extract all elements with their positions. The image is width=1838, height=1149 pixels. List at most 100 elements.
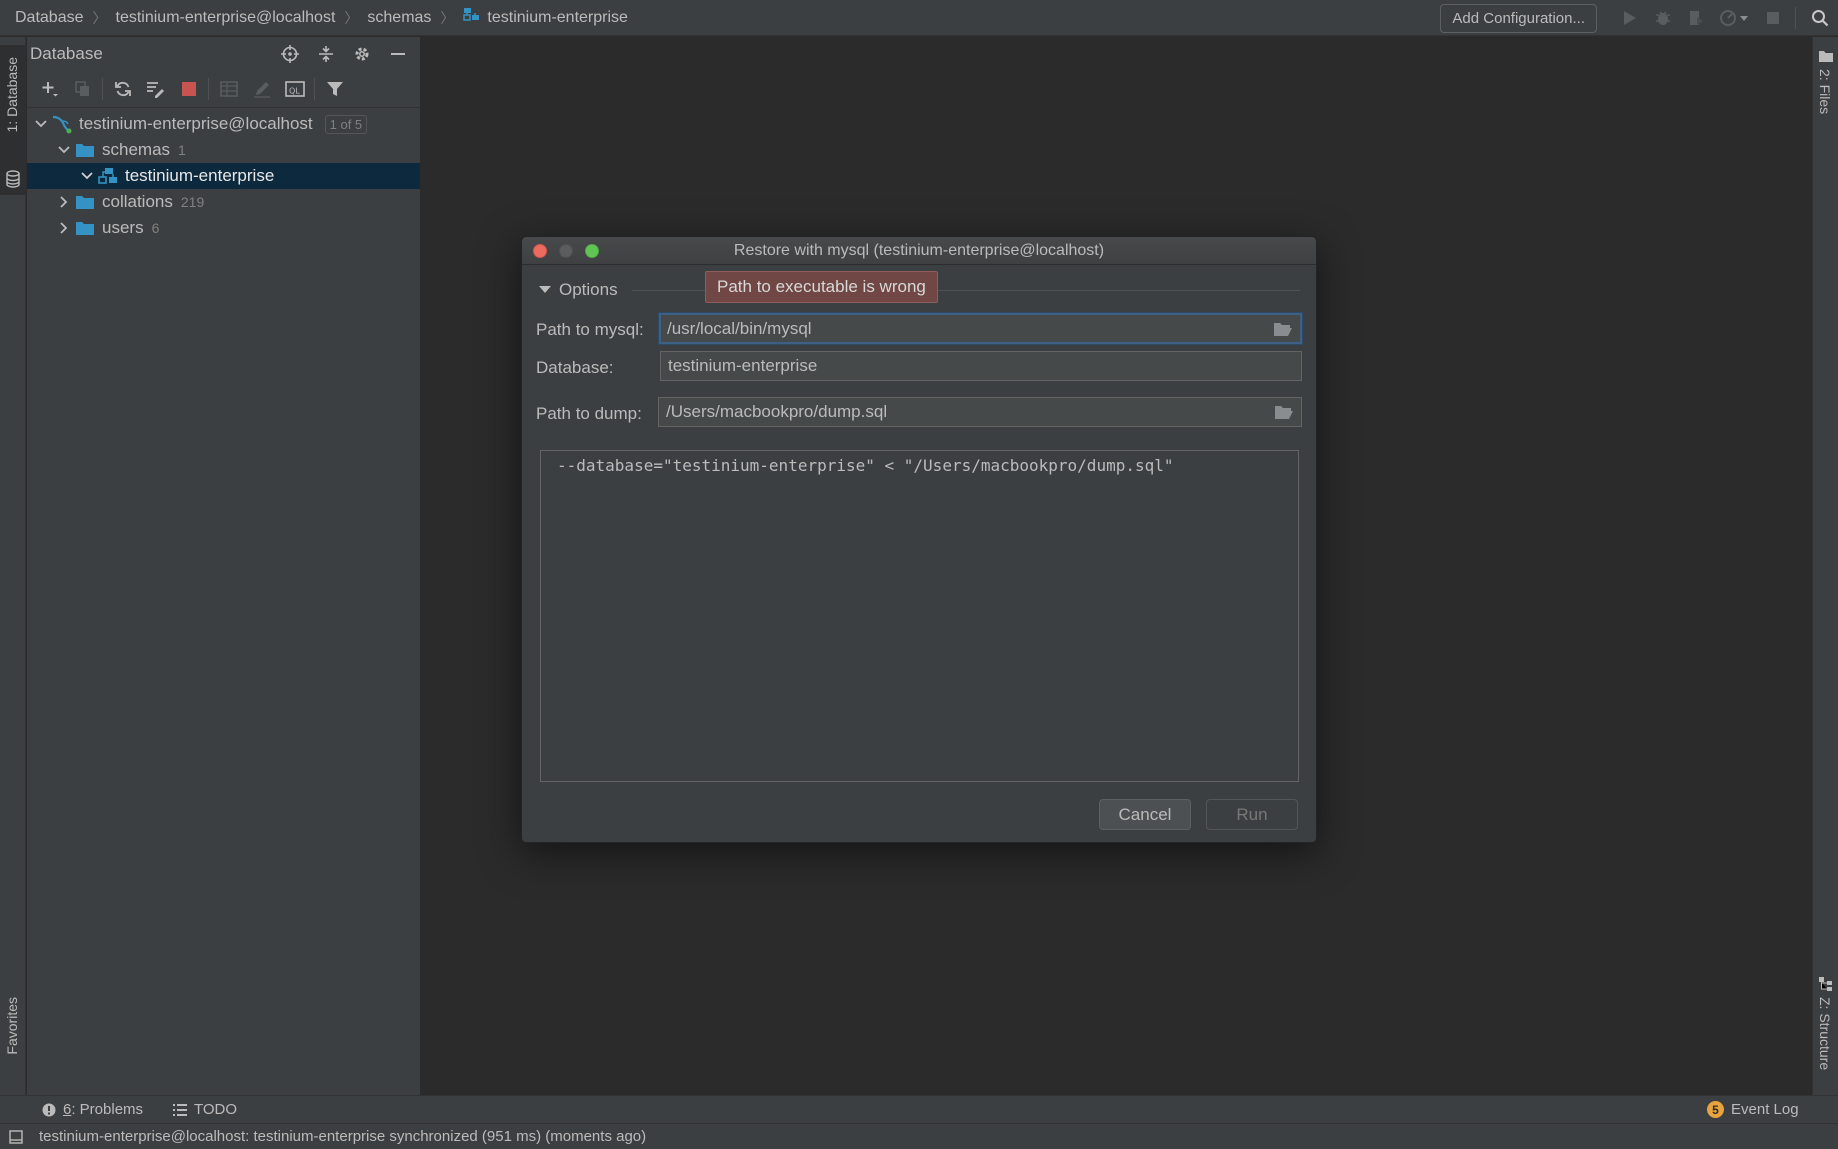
structure-icon xyxy=(1819,977,1833,996)
chevron-right-icon[interactable] xyxy=(54,222,74,234)
left-tool-stripe: 1: Database Favorites xyxy=(0,37,26,1115)
breadcrumb-schema-label: testinium-enterprise xyxy=(487,8,628,26)
problems-tool-button[interactable]: 6: Problems xyxy=(42,1101,143,1118)
chevron-down-icon[interactable] xyxy=(31,120,51,128)
panel-title: Database xyxy=(30,44,103,63)
todo-label: TODO xyxy=(194,1101,238,1118)
svg-text:QL: QL xyxy=(289,87,300,96)
browse-folder-icon[interactable] xyxy=(1273,403,1295,421)
status-bar: testinium-enterprise@localhost: testiniu… xyxy=(0,1123,1838,1149)
tree-item-count: 219 xyxy=(180,194,205,210)
event-log-button[interactable]: 5 Event Log xyxy=(1707,1101,1799,1118)
chevron-down-icon[interactable] xyxy=(77,172,97,180)
minimize-window-button[interactable] xyxy=(559,244,573,258)
database-tab-label: 1: Database xyxy=(4,57,20,133)
tree-item-label: schemas xyxy=(102,140,171,159)
database-tool-tab[interactable]: 1: Database xyxy=(0,45,26,195)
tree-item-label: users xyxy=(102,218,144,237)
tree-item-schema-testinium-enterprise[interactable]: testinium-enterprise xyxy=(27,163,420,189)
error-tooltip: Path to executable is wrong xyxy=(705,271,938,303)
tree-item-count: 6 xyxy=(151,220,160,236)
database-label: Database: xyxy=(536,358,614,377)
search-icon[interactable] xyxy=(1802,0,1838,36)
panel-header: Database xyxy=(27,37,420,71)
debug-icon[interactable] xyxy=(1646,0,1679,36)
mysql-datasource-icon xyxy=(51,114,73,134)
chevron-down-icon[interactable] xyxy=(539,286,551,294)
path-mysql-field[interactable]: /usr/local/bin/mysql xyxy=(659,313,1302,344)
breadcrumb: Database 〉 testinium-enterprise@localhos… xyxy=(0,0,628,35)
schema-icon xyxy=(463,7,481,28)
cancel-button[interactable]: Cancel xyxy=(1099,799,1191,830)
tree-item-connection[interactable]: testinium-enterprise@localhost 1 of 5 xyxy=(27,111,420,137)
panel-toolbar: QL xyxy=(27,71,420,108)
status-message: testinium-enterprise@localhost: testiniu… xyxy=(39,1128,647,1145)
folder-icon xyxy=(1819,49,1833,67)
problems-label: 6: Problems xyxy=(63,1101,143,1118)
path-dump-field[interactable]: /Users/macbookpro/dump.sql xyxy=(658,397,1302,427)
filter-icon[interactable] xyxy=(318,74,351,104)
profiler-icon[interactable] xyxy=(1712,0,1756,36)
favorites-tab-label: Favorites xyxy=(4,997,20,1055)
collapse-all-icon[interactable] xyxy=(310,38,342,70)
refresh-icon[interactable] xyxy=(106,74,139,104)
chevron-right-icon[interactable] xyxy=(54,196,74,208)
path-dump-value: /Users/macbookpro/dump.sql xyxy=(666,402,888,421)
toggle-tool-windows-icon[interactable] xyxy=(9,1130,23,1144)
todo-tool-button[interactable]: TODO xyxy=(173,1101,237,1118)
duplicate-icon[interactable] xyxy=(66,74,99,104)
tree-item-collations[interactable]: collations 219 xyxy=(27,189,420,215)
tree-item-users[interactable]: users 6 xyxy=(27,215,420,241)
warning-info-icon xyxy=(42,1103,56,1117)
chevron-down-icon[interactable] xyxy=(54,146,74,154)
gear-icon[interactable] xyxy=(346,38,378,70)
dialog-title: Restore with mysql (testinium-enterprise… xyxy=(733,241,1105,259)
tree-item-label: collations xyxy=(102,192,173,211)
panel-header-actions xyxy=(274,37,414,71)
breadcrumb-schemas[interactable]: schemas xyxy=(367,9,431,27)
stop-icon[interactable] xyxy=(172,74,205,104)
table-icon[interactable] xyxy=(212,74,245,104)
query-console-icon[interactable]: QL xyxy=(278,74,311,104)
database-stack-icon xyxy=(5,170,21,193)
tree-item-count: 1 xyxy=(178,142,186,158)
breadcrumb-connection[interactable]: testinium-enterprise@localhost xyxy=(116,9,336,27)
breadcrumb-schema-item[interactable]: testinium-enterprise xyxy=(463,7,628,28)
command-preview[interactable]: --database="testinium-enterprise" < "/Us… xyxy=(540,450,1299,782)
tree-item-label: testinium-enterprise xyxy=(125,166,275,185)
restore-dialog: Restore with mysql (testinium-enterprise… xyxy=(521,236,1317,843)
stop-icon[interactable] xyxy=(1756,0,1789,36)
path-mysql-label: Path to mysql: xyxy=(536,320,644,339)
dialog-titlebar[interactable]: Restore with mysql (testinium-enterprise… xyxy=(522,237,1316,265)
window-controls xyxy=(533,244,599,258)
add-icon[interactable] xyxy=(33,74,66,104)
toolbar-separator xyxy=(208,78,209,100)
database-tool-window: Database QL testinium-enterprise@localho… xyxy=(27,37,421,1095)
path-mysql-value: /usr/local/bin/mysql xyxy=(667,318,812,338)
coverage-icon[interactable] xyxy=(1679,0,1712,36)
close-window-button[interactable] xyxy=(533,244,547,258)
event-log-label: Event Log xyxy=(1731,1101,1799,1118)
database-tree: testinium-enterprise@localhost 1 of 5 sc… xyxy=(27,108,420,241)
breadcrumb-separator: 〉 xyxy=(92,9,107,26)
problems-label-text: : Problems xyxy=(71,1101,144,1118)
run-toolbar: Add Configuration... xyxy=(1440,0,1838,36)
files-tool-tab[interactable]: 2: Files xyxy=(1813,49,1838,159)
minimize-icon[interactable] xyxy=(382,38,414,70)
schema-settings-icon[interactable] xyxy=(139,74,172,104)
maximize-window-button[interactable] xyxy=(585,244,599,258)
toolbar-separator xyxy=(1795,7,1796,29)
locate-icon[interactable] xyxy=(274,38,306,70)
structure-tab-label: Z: Structure xyxy=(1817,997,1833,1071)
breadcrumb-database[interactable]: Database xyxy=(15,9,84,27)
right-tool-stripe: 2: Files Z: Structure xyxy=(1812,37,1838,1095)
options-label: Options xyxy=(559,280,618,299)
edit-icon[interactable] xyxy=(245,74,278,104)
run-icon[interactable] xyxy=(1613,0,1646,36)
run-button[interactable]: Run xyxy=(1206,799,1298,830)
database-value: testinium-enterprise xyxy=(668,356,818,375)
add-configuration-button[interactable]: Add Configuration... xyxy=(1440,3,1597,33)
database-field[interactable]: testinium-enterprise xyxy=(660,351,1302,381)
tree-item-schemas[interactable]: schemas 1 xyxy=(27,137,420,163)
browse-folder-icon[interactable] xyxy=(1272,320,1294,338)
